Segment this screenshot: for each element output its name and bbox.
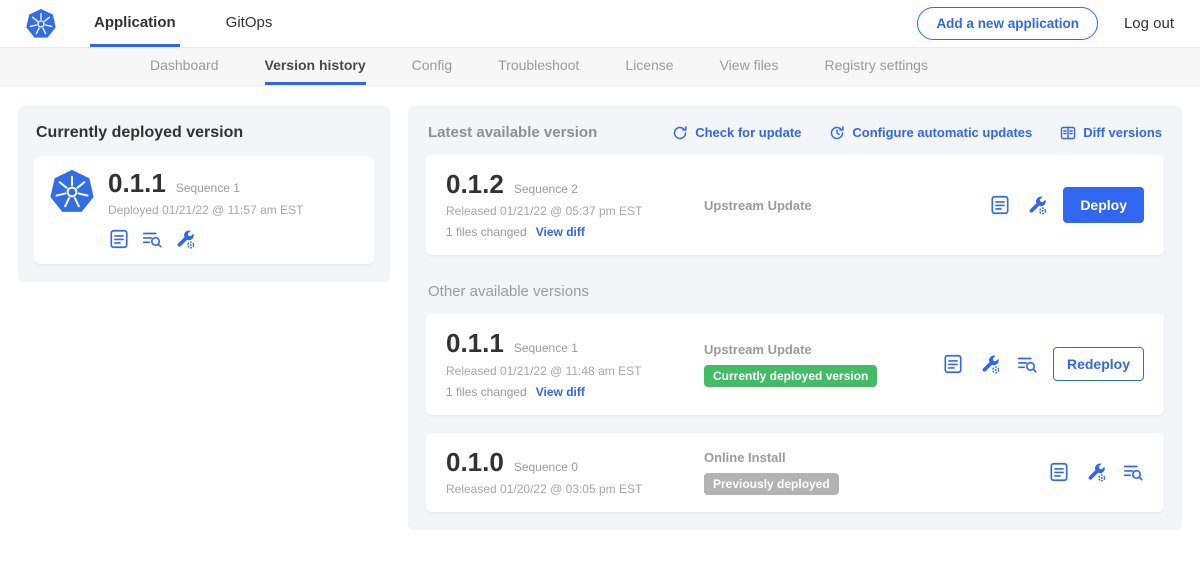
source-label: Upstream Update bbox=[704, 198, 989, 213]
version-row: 0.1.2 Sequence 2 Released 01/21/22 @ 05:… bbox=[426, 155, 1164, 255]
version-number: 0.1.2 bbox=[446, 171, 504, 198]
other-versions-title: Other available versions bbox=[428, 283, 1162, 300]
version-source: Online Install Previously deployed bbox=[704, 450, 1048, 495]
header-actions: Add a new application Log out bbox=[917, 0, 1174, 47]
edit-config-icon[interactable] bbox=[174, 228, 196, 250]
available-panel-title: Latest available version bbox=[428, 124, 597, 141]
top-header: Application GitOps Add a new application… bbox=[0, 0, 1200, 48]
view-diff-link[interactable]: View diff bbox=[536, 385, 585, 399]
edit-config-icon[interactable] bbox=[1026, 194, 1048, 216]
subnav-item-license[interactable]: License bbox=[625, 48, 673, 85]
configure-automatic-updates-label: Configure automatic updates bbox=[852, 125, 1032, 140]
schedule-icon bbox=[829, 125, 845, 141]
version-row: 0.1.1 Sequence 1 Released 01/21/22 @ 11:… bbox=[426, 314, 1164, 414]
diff-icon bbox=[1060, 125, 1076, 141]
subnav-item-version-history[interactable]: Version history bbox=[265, 48, 366, 85]
deployed-actions bbox=[108, 228, 303, 250]
check-for-update-link[interactable]: Check for update bbox=[672, 125, 801, 141]
version-sequence: Sequence 1 bbox=[514, 341, 578, 355]
deployed-version-info: 0.1.1 Sequence 1 Deployed 01/21/22 @ 11:… bbox=[108, 170, 303, 250]
currently-deployed-badge: Currently deployed version bbox=[704, 365, 877, 387]
main-content: Currently deployed version 0.1.1 Sequenc… bbox=[0, 86, 1200, 550]
configure-automatic-updates-link[interactable]: Configure automatic updates bbox=[829, 125, 1032, 141]
tab-gitops-label: GitOps bbox=[226, 14, 273, 31]
version-source: Upstream Update bbox=[704, 198, 989, 213]
version-info: 0.1.2 Sequence 2 Released 01/21/22 @ 05:… bbox=[446, 171, 704, 239]
source-label: Online Install bbox=[704, 450, 1048, 465]
preview-files-icon[interactable] bbox=[141, 228, 163, 250]
app-subnav: Dashboard Version history Config Trouble… bbox=[0, 48, 1200, 86]
deploy-button[interactable]: Deploy bbox=[1063, 187, 1144, 223]
subnav-label: Troubleshoot bbox=[498, 57, 579, 73]
subnav-label: Config bbox=[412, 57, 452, 73]
release-notes-icon[interactable] bbox=[942, 353, 964, 375]
version-actions: Redeploy bbox=[942, 347, 1144, 381]
tab-application[interactable]: Application bbox=[90, 0, 180, 47]
subnav-label: Version history bbox=[265, 57, 366, 73]
version-released-date: Released 01/20/22 @ 03:05 pm EST bbox=[446, 482, 704, 496]
refresh-icon bbox=[672, 125, 688, 141]
preview-files-icon[interactable] bbox=[1122, 461, 1144, 483]
currently-deployed-panel: Currently deployed version 0.1.1 Sequenc… bbox=[18, 106, 390, 282]
available-panel-head: Latest available version Check for updat… bbox=[428, 124, 1162, 141]
subnav-label: Registry settings bbox=[824, 57, 927, 73]
subnav-item-registry-settings[interactable]: Registry settings bbox=[824, 48, 927, 85]
version-info: 0.1.1 Sequence 1 Released 01/21/22 @ 11:… bbox=[446, 330, 704, 398]
tab-application-label: Application bbox=[94, 14, 176, 31]
files-changed-label: 1 files changed bbox=[446, 225, 527, 239]
deployed-version-card: 0.1.1 Sequence 1 Deployed 01/21/22 @ 11:… bbox=[34, 156, 374, 264]
source-label: Upstream Update bbox=[704, 342, 942, 357]
available-versions-panel: Latest available version Check for updat… bbox=[408, 106, 1182, 530]
subnav-item-dashboard[interactable]: Dashboard bbox=[150, 48, 219, 85]
view-diff-link[interactable]: View diff bbox=[536, 225, 585, 239]
edit-config-icon[interactable] bbox=[1085, 461, 1107, 483]
app-logo bbox=[26, 0, 56, 47]
version-sequence: Sequence 0 bbox=[514, 460, 578, 474]
version-row: 0.1.0 Sequence 0 Released 01/20/22 @ 03:… bbox=[426, 433, 1164, 512]
version-released-date: Released 01/21/22 @ 11:48 am EST bbox=[446, 364, 704, 378]
version-source: Upstream Update Currently deployed versi… bbox=[704, 342, 942, 387]
release-notes-icon[interactable] bbox=[1048, 461, 1070, 483]
version-released-date: Released 01/21/22 @ 05:37 pm EST bbox=[446, 204, 704, 218]
previously-deployed-badge: Previously deployed bbox=[704, 473, 839, 495]
release-notes-icon[interactable] bbox=[989, 194, 1011, 216]
deployed-version-number: 0.1.1 bbox=[108, 170, 166, 197]
logout-button[interactable]: Log out bbox=[1124, 15, 1174, 32]
preview-files-icon[interactable] bbox=[1016, 353, 1038, 375]
kubernetes-logo-icon bbox=[26, 9, 56, 39]
deployed-panel-title: Currently deployed version bbox=[36, 124, 372, 142]
version-info: 0.1.0 Sequence 0 Released 01/20/22 @ 03:… bbox=[446, 449, 704, 496]
version-number: 0.1.0 bbox=[446, 449, 504, 476]
subnav-label: License bbox=[625, 57, 673, 73]
version-sequence: Sequence 2 bbox=[514, 182, 578, 196]
subnav-label: View files bbox=[720, 57, 779, 73]
edit-config-icon[interactable] bbox=[979, 353, 1001, 375]
subnav-item-view-files[interactable]: View files bbox=[720, 48, 779, 85]
version-number: 0.1.1 bbox=[446, 330, 504, 357]
version-actions bbox=[1048, 461, 1144, 483]
release-notes-icon[interactable] bbox=[108, 228, 130, 250]
deployed-date: Deployed 01/21/22 @ 11:57 am EST bbox=[108, 203, 303, 217]
diff-versions-label: Diff versions bbox=[1083, 125, 1162, 140]
tab-gitops[interactable]: GitOps bbox=[222, 0, 277, 47]
add-application-button[interactable]: Add a new application bbox=[917, 7, 1098, 40]
version-actions: Deploy bbox=[989, 187, 1144, 223]
diff-versions-link[interactable]: Diff versions bbox=[1060, 125, 1162, 141]
subnav-item-config[interactable]: Config bbox=[412, 48, 452, 85]
redeploy-button[interactable]: Redeploy bbox=[1053, 347, 1144, 381]
subnav-item-troubleshoot[interactable]: Troubleshoot bbox=[498, 48, 579, 85]
kubernetes-logo-icon bbox=[50, 170, 94, 250]
check-for-update-label: Check for update bbox=[695, 125, 801, 140]
deployed-sequence: Sequence 1 bbox=[176, 181, 240, 195]
files-changed-label: 1 files changed bbox=[446, 385, 527, 399]
available-panel-actions: Check for update Configure automatic upd… bbox=[672, 125, 1162, 141]
subnav-label: Dashboard bbox=[150, 57, 219, 73]
